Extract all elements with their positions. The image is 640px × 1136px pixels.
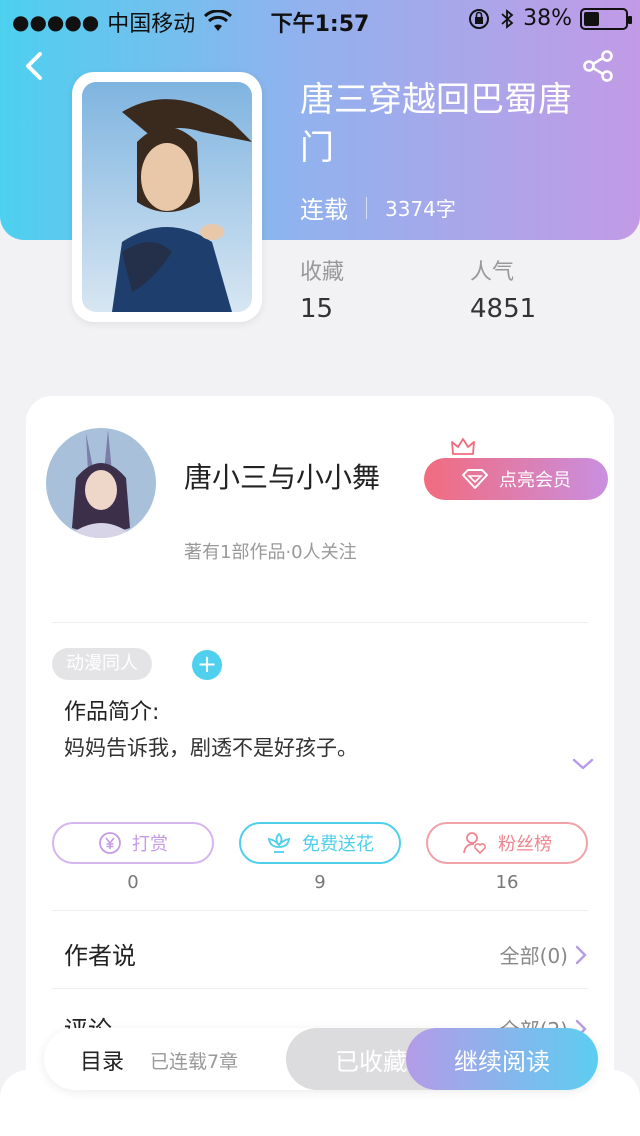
chevron-down-icon[interactable]	[568, 752, 598, 776]
status-right: 38%	[467, 6, 632, 31]
yen-coin-icon	[99, 832, 121, 854]
fan-ranking-label: 粉丝榜	[498, 834, 552, 855]
vip-button-label: 点亮会员	[499, 470, 571, 491]
table-of-contents-button[interactable]: 目录	[80, 1044, 124, 1076]
favorites-stat: 收藏 15	[300, 254, 344, 324]
author-name[interactable]: 唐小三与小小舞	[184, 456, 380, 496]
popularity-stat: 人气 4851	[470, 254, 536, 324]
send-flower-button[interactable]: 免费送花	[239, 822, 401, 864]
rotation-lock-icon	[469, 8, 490, 29]
serialization-status: 连载	[300, 196, 348, 224]
fan-ranking-icon	[463, 832, 486, 855]
book-title: 唐三穿越回巴蜀唐门	[300, 80, 572, 168]
author-avatar[interactable]	[46, 428, 156, 538]
book-cover-image	[82, 82, 252, 312]
flower-icon	[267, 832, 291, 853]
section-divider	[52, 622, 588, 623]
favorites-value: 15	[300, 294, 334, 324]
genre-tag[interactable]: 动漫同人	[52, 648, 152, 680]
fan-ranking-button[interactable]: 粉丝榜	[426, 822, 588, 864]
chevron-right-icon	[575, 945, 587, 964]
send-flower-label: 免费送花	[302, 834, 374, 855]
flower-count: 9	[314, 872, 326, 893]
tip-count: 0	[127, 872, 139, 893]
popularity-value: 4851	[470, 294, 537, 324]
battery-percent: 38%	[523, 6, 572, 31]
book-cover[interactable]	[72, 72, 262, 322]
continue-reading-button[interactable]: 继续阅读	[406, 1028, 598, 1090]
word-count: 3374字	[385, 197, 456, 221]
battery-level	[584, 11, 600, 26]
meta-divider	[366, 196, 367, 219]
author-says-count: 全部(0)	[499, 944, 568, 968]
intro-text: 妈妈告诉我，剧透不是好孩子。	[64, 736, 358, 760]
status-bar: ●●●●● 中国移动 下午1:57 38%	[0, 0, 640, 40]
chapter-status: 已连载7章	[150, 1051, 239, 1073]
author-subtitle: 著有1部作品·0人关注	[184, 542, 357, 563]
popularity-label: 人气	[470, 260, 515, 285]
diamond-icon	[462, 469, 488, 489]
crown-icon	[451, 438, 475, 455]
author-says-title: 作者说	[64, 942, 136, 970]
book-detail-card: 唐小三与小小舞 点亮会员 著有1部作品·0人关注 动漫同人 + 作品简介: 妈妈…	[26, 396, 614, 1136]
author-says-more[interactable]: 全部(0)	[500, 940, 588, 969]
favorites-label: 收藏	[300, 260, 345, 285]
bottom-action-bar: 目录 已连载7章 已收藏 继续阅读	[44, 1028, 598, 1090]
bluetooth-icon	[501, 8, 514, 29]
tip-label: 打赏	[132, 834, 168, 855]
vip-membership-button[interactable]: 点亮会员	[424, 458, 608, 500]
back-icon[interactable]	[18, 48, 54, 84]
fan-ranking-count: 16	[495, 872, 519, 893]
book-meta: 连载 3374字	[300, 190, 456, 225]
tip-button[interactable]: 打赏	[52, 822, 214, 864]
add-tag-button[interactable]: +	[192, 650, 222, 680]
section-divider	[52, 910, 588, 911]
battery-icon	[580, 7, 632, 30]
intro-label: 作品简介:	[64, 700, 160, 725]
section-divider	[52, 988, 588, 989]
